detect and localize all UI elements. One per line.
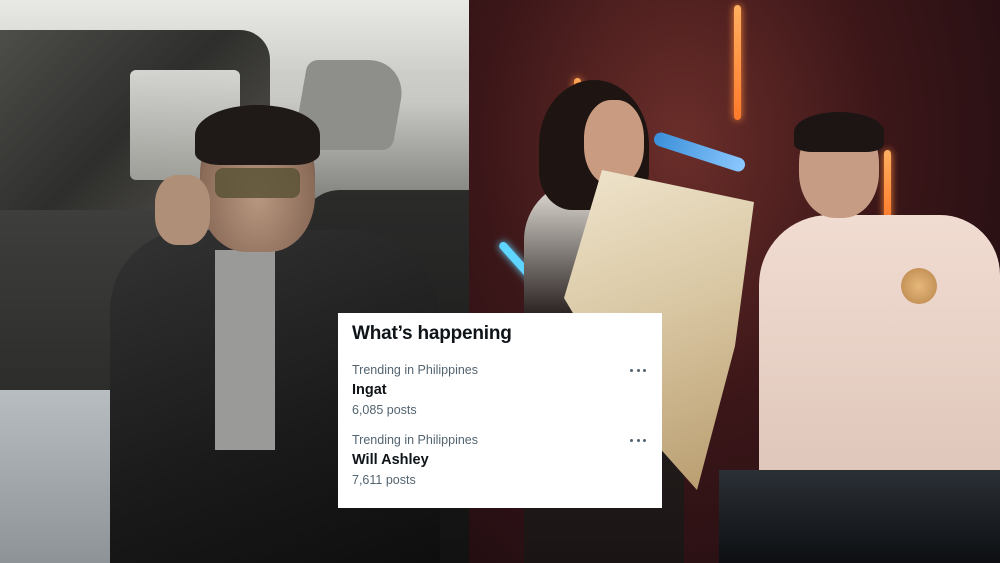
trends-card: What’s happening Trending in Philippines… bbox=[338, 313, 662, 508]
person-hand bbox=[155, 175, 210, 245]
man-hair bbox=[794, 112, 884, 152]
trend-context: Trending in Philippines bbox=[352, 433, 479, 447]
trend-name[interactable]: Ingat bbox=[352, 380, 648, 400]
stage-light-strip bbox=[734, 5, 741, 120]
more-horizontal-icon[interactable] bbox=[630, 434, 646, 446]
person-hair bbox=[195, 105, 320, 165]
trend-context: Trending in Philippines bbox=[352, 363, 479, 377]
trend-post-count: 7,611 posts bbox=[352, 473, 416, 487]
trend-post-count: 6,085 posts bbox=[352, 403, 417, 417]
stage-monitor bbox=[719, 470, 1000, 563]
trend-item[interactable]: Trending in Philippines Will Ashley 7,61… bbox=[352, 432, 648, 488]
person-shirt bbox=[215, 250, 275, 450]
stage-light-strip bbox=[884, 150, 891, 220]
more-horizontal-icon[interactable] bbox=[630, 364, 646, 376]
trends-card-title: What’s happening bbox=[352, 323, 512, 344]
person-sunglasses bbox=[215, 168, 300, 198]
singer-woman-face bbox=[584, 100, 644, 185]
trend-name[interactable]: Will Ashley bbox=[352, 450, 648, 470]
trend-item[interactable]: Trending in Philippines Ingat 6,085 post… bbox=[352, 362, 648, 418]
microphone bbox=[652, 130, 747, 174]
lapel-flower bbox=[901, 268, 937, 304]
